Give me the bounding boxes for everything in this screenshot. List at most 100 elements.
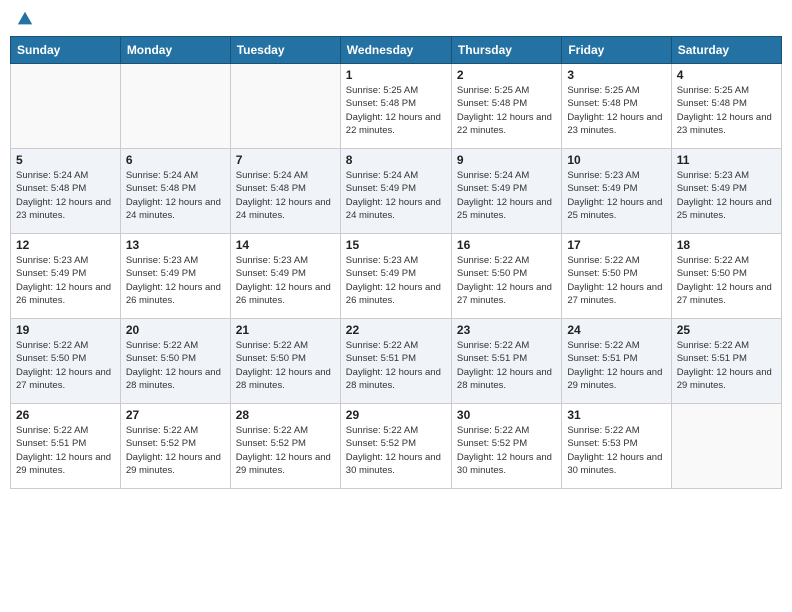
calendar-cell-day: 18 Sunrise: 5:22 AMSunset: 5:50 PMDayligh…	[671, 234, 781, 319]
calendar-cell-day: 6Sunrise: 5:24 AMSunset: 5:48 PMDaylight…	[120, 149, 230, 234]
weekday-header-monday: Monday	[120, 37, 230, 64]
calendar-cell-day: 19 Sunrise: 5:22 AMSunset: 5:50 PMDayligh…	[11, 319, 121, 404]
weekday-header-tuesday: Tuesday	[230, 37, 340, 64]
day-info: Sunrise: 5:23 AMSunset: 5:49 PMDaylight:…	[236, 254, 335, 307]
day-info: Sunrise: 5:22 AMSunset: 5:52 PMDaylight:…	[346, 424, 446, 477]
day-info: Sunrise: 5:22 AMSunset: 5:51 PMDaylight:…	[346, 339, 446, 392]
calendar-cell-day: 17 Sunrise: 5:22 AMSunset: 5:50 PMDayligh…	[562, 234, 671, 319]
weekday-header-thursday: Thursday	[451, 37, 561, 64]
day-info: Sunrise: 5:22 AMSunset: 5:50 PMDaylight:…	[126, 339, 225, 392]
day-info: Sunrise: 5:24 AMSunset: 5:48 PMDaylight:…	[16, 169, 115, 222]
calendar-cell-day: 22 Sunrise: 5:22 AMSunset: 5:51 PMDayligh…	[340, 319, 451, 404]
calendar-cell-day: 26Sunrise: 5:22 AMSunset: 5:51 PMDayligh…	[11, 404, 121, 489]
calendar-cell-day: 31 Sunrise: 5:22 AMSunset: 5:53 PMDayligh…	[562, 404, 671, 489]
day-info: Sunrise: 5:22 AMSunset: 5:50 PMDaylight:…	[236, 339, 335, 392]
day-number: 13	[126, 238, 225, 252]
day-info: Sunrise: 5:23 AMSunset: 5:49 PMDaylight:…	[346, 254, 446, 307]
day-number: 31	[567, 408, 665, 422]
day-info: Sunrise: 5:24 AMSunset: 5:49 PMDaylight:…	[346, 169, 446, 222]
day-info: Sunrise: 5:22 AMSunset: 5:52 PMDaylight:…	[457, 424, 556, 477]
calendar-cell-day: 24 Sunrise: 5:22 AMSunset: 5:51 PMDayligh…	[562, 319, 671, 404]
day-number: 15	[346, 238, 446, 252]
calendar-cell-day: 8Sunrise: 5:24 AMSunset: 5:49 PMDaylight…	[340, 149, 451, 234]
day-info: Sunrise: 5:25 AMSunset: 5:48 PMDaylight:…	[567, 84, 665, 137]
day-number: 11	[677, 153, 776, 167]
day-number: 12	[16, 238, 115, 252]
calendar-cell-day: 3 Sunrise: 5:25 AMSunset: 5:48 PMDaylight…	[562, 64, 671, 149]
day-info: Sunrise: 5:23 AMSunset: 5:49 PMDaylight:…	[567, 169, 665, 222]
weekday-header-saturday: Saturday	[671, 37, 781, 64]
calendar-cell-empty	[671, 404, 781, 489]
day-number: 24	[567, 323, 665, 337]
calendar-cell-day: 21 Sunrise: 5:22 AMSunset: 5:50 PMDayligh…	[230, 319, 340, 404]
calendar-cell-day: 15 Sunrise: 5:23 AMSunset: 5:49 PMDayligh…	[340, 234, 451, 319]
day-info: Sunrise: 5:22 AMSunset: 5:51 PMDaylight:…	[16, 424, 115, 477]
logo	[14, 10, 34, 28]
calendar-cell-day: 12 Sunrise: 5:23 AMSunset: 5:49 PMDayligh…	[11, 234, 121, 319]
day-info: Sunrise: 5:24 AMSunset: 5:49 PMDaylight:…	[457, 169, 556, 222]
calendar-week-row: 12 Sunrise: 5:23 AMSunset: 5:49 PMDayligh…	[11, 234, 782, 319]
day-number: 3	[567, 68, 665, 82]
day-number: 22	[346, 323, 446, 337]
calendar-cell-day: 10 Sunrise: 5:23 AMSunset: 5:49 PMDayligh…	[562, 149, 671, 234]
day-number: 16	[457, 238, 556, 252]
day-info: Sunrise: 5:22 AMSunset: 5:50 PMDaylight:…	[677, 254, 776, 307]
day-info: Sunrise: 5:22 AMSunset: 5:51 PMDaylight:…	[677, 339, 776, 392]
calendar-cell-empty	[120, 64, 230, 149]
calendar-cell-day: 14Sunrise: 5:23 AMSunset: 5:49 PMDayligh…	[230, 234, 340, 319]
calendar-cell-day: 13 Sunrise: 5:23 AMSunset: 5:49 PMDayligh…	[120, 234, 230, 319]
day-info: Sunrise: 5:23 AMSunset: 5:49 PMDaylight:…	[16, 254, 115, 307]
calendar-cell-day: 4 Sunrise: 5:25 AMSunset: 5:48 PMDaylight…	[671, 64, 781, 149]
calendar-cell-day: 7 Sunrise: 5:24 AMSunset: 5:48 PMDaylight…	[230, 149, 340, 234]
day-info: Sunrise: 5:22 AMSunset: 5:50 PMDaylight:…	[457, 254, 556, 307]
calendar-week-row: 19 Sunrise: 5:22 AMSunset: 5:50 PMDayligh…	[11, 319, 782, 404]
day-number: 2	[457, 68, 556, 82]
calendar-cell-day: 11 Sunrise: 5:23 AMSunset: 5:49 PMDayligh…	[671, 149, 781, 234]
day-number: 19	[16, 323, 115, 337]
day-info: Sunrise: 5:22 AMSunset: 5:50 PMDaylight:…	[567, 254, 665, 307]
day-info: Sunrise: 5:22 AMSunset: 5:52 PMDaylight:…	[126, 424, 225, 477]
day-number: 5	[16, 153, 115, 167]
calendar-cell-day: 16 Sunrise: 5:22 AMSunset: 5:50 PMDayligh…	[451, 234, 561, 319]
page-header	[10, 10, 782, 28]
day-number: 17	[567, 238, 665, 252]
day-info: Sunrise: 5:25 AMSunset: 5:48 PMDaylight:…	[457, 84, 556, 137]
day-info: Sunrise: 5:23 AMSunset: 5:49 PMDaylight:…	[126, 254, 225, 307]
day-number: 10	[567, 153, 665, 167]
calendar-cell-day: 27 Sunrise: 5:22 AMSunset: 5:52 PMDayligh…	[120, 404, 230, 489]
day-number: 21	[236, 323, 335, 337]
calendar-cell-empty	[11, 64, 121, 149]
calendar-header-row: SundayMondayTuesdayWednesdayThursdayFrid…	[11, 37, 782, 64]
day-info: Sunrise: 5:22 AMSunset: 5:53 PMDaylight:…	[567, 424, 665, 477]
day-info: Sunrise: 5:25 AMSunset: 5:48 PMDaylight:…	[346, 84, 446, 137]
calendar-cell-day: 5 Sunrise: 5:24 AMSunset: 5:48 PMDaylight…	[11, 149, 121, 234]
day-info: Sunrise: 5:24 AMSunset: 5:48 PMDaylight:…	[236, 169, 335, 222]
calendar-cell-day: 20Sunrise: 5:22 AMSunset: 5:50 PMDayligh…	[120, 319, 230, 404]
calendar-cell-day: 28Sunrise: 5:22 AMSunset: 5:52 PMDayligh…	[230, 404, 340, 489]
day-number: 28	[236, 408, 335, 422]
day-number: 27	[126, 408, 225, 422]
calendar-cell-day: 1 Sunrise: 5:25 AMSunset: 5:48 PMDaylight…	[340, 64, 451, 149]
calendar-cell-day: 25Sunrise: 5:22 AMSunset: 5:51 PMDayligh…	[671, 319, 781, 404]
weekday-header-friday: Friday	[562, 37, 671, 64]
day-number: 4	[677, 68, 776, 82]
day-number: 9	[457, 153, 556, 167]
day-number: 7	[236, 153, 335, 167]
day-number: 1	[346, 68, 446, 82]
calendar-week-row: 1 Sunrise: 5:25 AMSunset: 5:48 PMDaylight…	[11, 64, 782, 149]
day-info: Sunrise: 5:23 AMSunset: 5:49 PMDaylight:…	[677, 169, 776, 222]
day-number: 30	[457, 408, 556, 422]
calendar-cell-day: 29 Sunrise: 5:22 AMSunset: 5:52 PMDayligh…	[340, 404, 451, 489]
calendar-table: SundayMondayTuesdayWednesdayThursdayFrid…	[10, 36, 782, 489]
day-info: Sunrise: 5:22 AMSunset: 5:51 PMDaylight:…	[567, 339, 665, 392]
day-number: 6	[126, 153, 225, 167]
day-info: Sunrise: 5:25 AMSunset: 5:48 PMDaylight:…	[677, 84, 776, 137]
calendar-cell-day: 23 Sunrise: 5:22 AMSunset: 5:51 PMDayligh…	[451, 319, 561, 404]
day-info: Sunrise: 5:22 AMSunset: 5:51 PMDaylight:…	[457, 339, 556, 392]
calendar-week-row: 26Sunrise: 5:22 AMSunset: 5:51 PMDayligh…	[11, 404, 782, 489]
day-number: 29	[346, 408, 446, 422]
day-info: Sunrise: 5:22 AMSunset: 5:50 PMDaylight:…	[16, 339, 115, 392]
day-number: 18	[677, 238, 776, 252]
day-number: 23	[457, 323, 556, 337]
weekday-header-wednesday: Wednesday	[340, 37, 451, 64]
